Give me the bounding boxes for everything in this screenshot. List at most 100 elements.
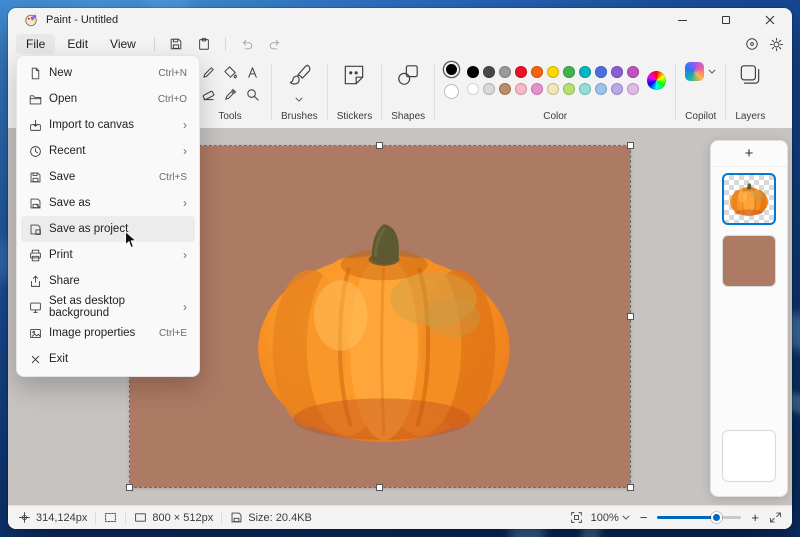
pencil-tool-button[interactable] (198, 62, 218, 82)
color-swatch[interactable] (515, 83, 527, 95)
save-icon (29, 171, 49, 184)
close-button[interactable] (748, 8, 792, 32)
brushes-group[interactable]: Brushes (279, 56, 320, 128)
fullscreen-icon[interactable] (769, 511, 782, 524)
zoom-out-button[interactable]: − (638, 510, 650, 525)
layer-thumbnail-pumpkin[interactable] (722, 173, 776, 225)
eyedropper-tool-button[interactable] (220, 84, 240, 104)
brushes-button[interactable] (286, 62, 312, 88)
file-menu-item-recent[interactable]: Recent › (21, 138, 195, 164)
undo-button[interactable] (234, 34, 260, 54)
color-swatch[interactable] (579, 66, 591, 78)
menu-item-label: Recent (49, 145, 183, 157)
cursor-position-icon (18, 511, 31, 524)
foreground-color-swatch[interactable] (444, 62, 459, 77)
color-swatch[interactable] (579, 83, 591, 95)
color-controls (444, 62, 666, 99)
file-menu-item-save-as[interactable]: Save as › (21, 190, 195, 216)
color-swatch[interactable] (595, 83, 607, 95)
file-menu-item-import-to-canvas[interactable]: Import to canvas › (21, 112, 195, 138)
zoom-dropdown[interactable]: 100% (591, 512, 630, 524)
rainbow-color-picker-icon[interactable] (647, 71, 666, 90)
maximize-icon (722, 16, 730, 24)
zoom-slider-thumb[interactable] (711, 512, 722, 523)
color-swatch[interactable] (563, 83, 575, 95)
shapes-button[interactable] (395, 62, 421, 88)
color-swatch[interactable] (483, 66, 495, 78)
selection-handle[interactable] (126, 484, 133, 491)
color-swatch[interactable] (531, 66, 543, 78)
layer-thumb-background[interactable] (722, 235, 776, 287)
color-swatch[interactable] (467, 83, 479, 95)
color-palette (467, 66, 639, 95)
copilot-button[interactable] (685, 62, 716, 81)
fit-canvas-icon[interactable] (570, 511, 583, 524)
menubar: File Edit View (8, 32, 792, 56)
text-tool-button[interactable] (242, 62, 262, 82)
color-swatch[interactable] (515, 66, 527, 78)
file-menu-item-save[interactable]: Save Ctrl+S (21, 164, 195, 190)
canvas-size-indicator: 800 × 512px (134, 511, 213, 524)
color-swatch[interactable] (595, 66, 607, 78)
color-swatch[interactable] (627, 66, 639, 78)
save-button[interactable] (163, 34, 189, 54)
selection-handle[interactable] (627, 313, 634, 320)
desktop: Paint - Untitled File Edit View (0, 0, 800, 537)
color-swatch[interactable] (547, 66, 559, 78)
file-menu-item-new[interactable]: New Ctrl+N (21, 60, 195, 86)
file-menu-item-exit[interactable]: Exit (21, 346, 195, 372)
zoom-in-button[interactable]: + (749, 510, 761, 525)
minimize-button[interactable] (660, 8, 704, 32)
stickers-button[interactable] (341, 62, 367, 88)
menu-item-label: Image properties (49, 327, 159, 339)
file-menu-item-print[interactable]: Print › (21, 242, 195, 268)
zoom-slider[interactable] (657, 516, 741, 519)
file-menu-button[interactable]: File (16, 34, 55, 54)
settings-gear-icon[interactable] (769, 37, 784, 52)
color-swatch[interactable] (483, 83, 495, 95)
file-menu-item-open[interactable]: Open Ctrl+O (21, 86, 195, 112)
submenu-chevron-icon: › (183, 196, 187, 210)
color-swatch[interactable] (499, 83, 511, 95)
shapes-group[interactable]: Shapes (389, 56, 427, 128)
color-swatch[interactable] (499, 66, 511, 78)
zoom-slider-fill (657, 516, 716, 519)
titlebar[interactable]: Paint - Untitled (8, 8, 792, 32)
account-badge-icon[interactable] (745, 37, 759, 51)
stickers-group[interactable]: Stickers (335, 56, 375, 128)
add-layer-button[interactable]: + (711, 141, 787, 167)
menu-item-label: Exit (49, 353, 187, 365)
paint-canvas[interactable] (130, 146, 630, 487)
close-icon (765, 15, 775, 25)
color-swatch[interactable] (563, 66, 575, 78)
file-menu-item-share[interactable]: Share (21, 268, 195, 294)
eraser-tool-button[interactable] (198, 84, 218, 104)
selection-handle[interactable] (627, 484, 634, 491)
color-swatch[interactable] (467, 66, 479, 78)
color-swatch[interactable] (547, 83, 559, 95)
redo-button[interactable] (262, 34, 288, 54)
toolbar-divider (271, 64, 272, 120)
edit-menu-button[interactable]: Edit (57, 34, 98, 54)
view-menu-button[interactable]: View (100, 34, 146, 54)
file-menu-item-set-as-desktop-background[interactable]: Set as desktop background › (21, 294, 195, 320)
maximize-button[interactable] (704, 8, 748, 32)
fill-tool-button[interactable] (220, 62, 240, 82)
layers-button[interactable] (737, 62, 763, 88)
color-swatch[interactable] (611, 66, 623, 78)
canvas-background-thumbnail[interactable] (722, 430, 776, 482)
selection-handle[interactable] (627, 142, 634, 149)
paste-button[interactable] (191, 34, 217, 54)
color-swatch[interactable] (627, 83, 639, 95)
file-menu-item-image-properties[interactable]: Image properties Ctrl+E (21, 320, 195, 346)
color-swatch[interactable] (611, 83, 623, 95)
layers-group[interactable]: Layers (733, 56, 767, 128)
magnifier-tool-button[interactable] (242, 84, 262, 104)
selection-handle[interactable] (376, 142, 383, 149)
selection-handle[interactable] (376, 484, 383, 491)
color-swatch[interactable] (531, 83, 543, 95)
background-color-swatch[interactable] (444, 84, 459, 99)
tools-group-label: Tools (218, 111, 241, 124)
file-menu-item-save-as-project[interactable]: Save as project (21, 216, 195, 242)
copilot-group[interactable]: Copilot (683, 56, 718, 128)
